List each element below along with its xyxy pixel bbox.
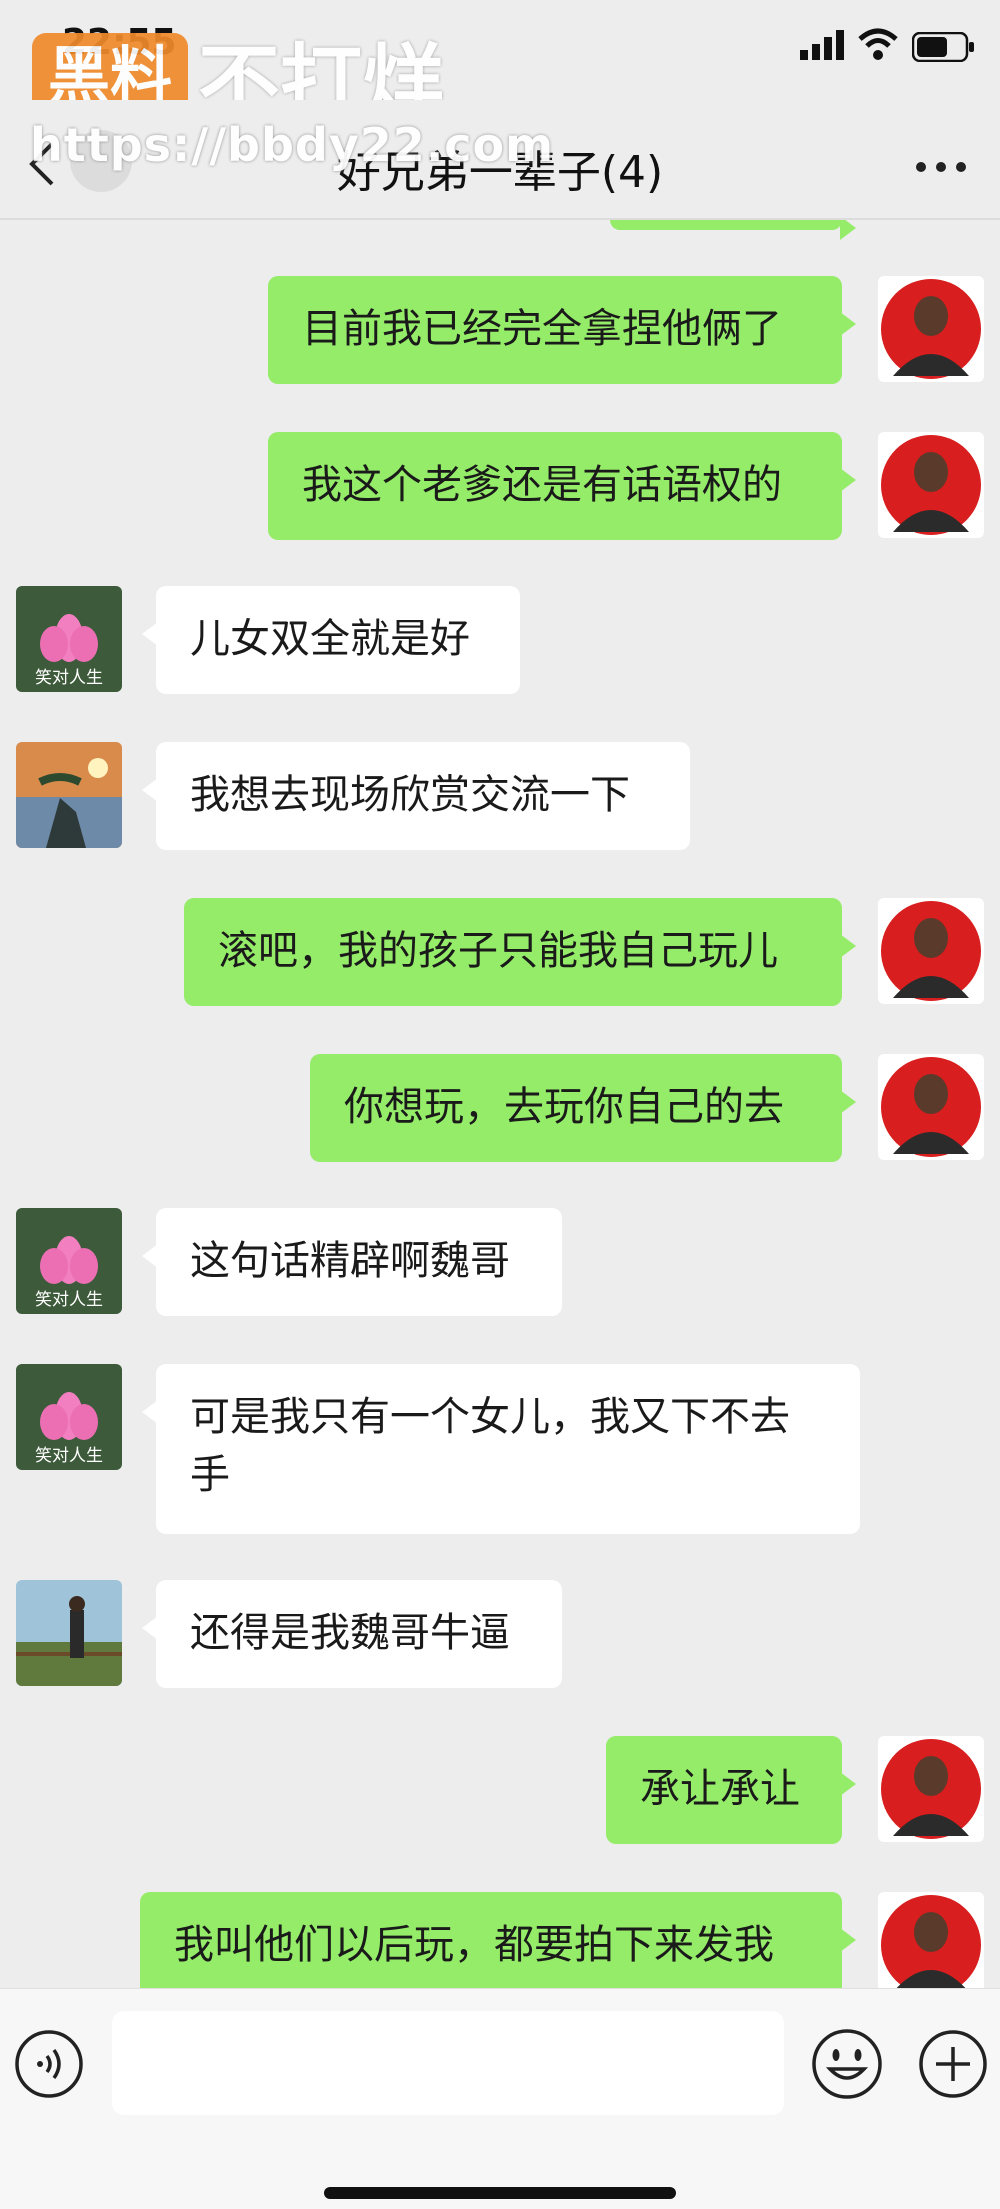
message-input[interactable] xyxy=(112,2011,784,2115)
cellular-signal-icon xyxy=(800,30,844,60)
message-bubble[interactable]: 滚吧，我的孩子只能我自己玩儿 xyxy=(184,898,856,1006)
message-bubble[interactable]: 这句话精辟啊魏哥 xyxy=(142,1208,562,1316)
more-options-icon[interactable] xyxy=(914,160,968,174)
avatar-self[interactable] xyxy=(878,432,984,538)
message-bubble[interactable]: 你想玩，去玩你自己的去 xyxy=(310,1054,856,1162)
battery-icon xyxy=(912,32,974,62)
message-text: 我这个老爹还是有话语权的 xyxy=(302,462,782,508)
message-list[interactable]: 目前我已经完全拿捏他俩了 我这个老爹还是有话语权的 笑对人生 儿女双全就是好 我… xyxy=(0,220,1000,1988)
avatar-self[interactable] xyxy=(878,276,984,382)
avatar-lotus[interactable]: 笑对人生 xyxy=(16,1364,122,1470)
avatar-lotus[interactable]: 笑对人生 xyxy=(16,1208,122,1314)
message-text: 可是我只有一个女儿，我又下不去手 xyxy=(190,1394,790,1498)
avatar-caption: 笑对人生 xyxy=(35,1290,103,1310)
emoji-icon[interactable] xyxy=(810,2027,884,2101)
message-text: 这句话精辟啊魏哥 xyxy=(190,1238,510,1284)
message-text: 还得是我魏哥牛逼 xyxy=(190,1610,510,1656)
message-text: 我叫他们以后玩，都要拍下来发我 xyxy=(174,1922,774,1968)
avatar-self[interactable] xyxy=(878,1892,984,1988)
voice-input-icon[interactable] xyxy=(14,2029,84,2099)
message-bubble[interactable]: 我叫他们以后玩，都要拍下来发我 xyxy=(140,1892,856,1988)
message-text: 目前我已经完全拿捏他俩了 xyxy=(302,306,782,352)
message-bubble-partial xyxy=(610,220,856,240)
home-indicator xyxy=(324,2187,676,2199)
avatar-lotus[interactable]: 笑对人生 xyxy=(16,586,122,692)
message-text: 承让承让 xyxy=(640,1766,800,1812)
avatar-self[interactable] xyxy=(878,898,984,1004)
avatar-self[interactable] xyxy=(878,1736,984,1842)
message-bubble[interactable]: 目前我已经完全拿捏他俩了 xyxy=(268,276,856,384)
message-bubble[interactable]: 承让承让 xyxy=(606,1736,856,1844)
message-bubble[interactable]: 我这个老爹还是有话语权的 xyxy=(268,432,856,540)
message-bubble[interactable]: 可是我只有一个女儿，我又下不去手 xyxy=(142,1364,860,1534)
watermark-url: https://bbdy22.com xyxy=(30,118,555,172)
message-bubble[interactable]: 还得是我魏哥牛逼 xyxy=(142,1580,562,1688)
message-bubble[interactable]: 我想去现场欣赏交流一下 xyxy=(142,742,690,850)
message-bubble[interactable]: 儿女双全就是好 xyxy=(142,586,520,694)
avatar-self[interactable] xyxy=(878,1054,984,1160)
avatar-caption: 笑对人生 xyxy=(35,668,103,688)
input-bar xyxy=(0,1988,1000,2209)
avatar-person[interactable] xyxy=(16,1580,122,1686)
avatar-caption: 笑对人生 xyxy=(35,1446,103,1466)
message-text: 滚吧，我的孩子只能我自己玩儿 xyxy=(218,928,778,974)
avatar-landscape[interactable] xyxy=(16,742,122,848)
message-text: 你想玩，去玩你自己的去 xyxy=(344,1084,784,1130)
add-more-icon[interactable] xyxy=(918,2029,988,2099)
wifi-icon xyxy=(858,28,898,60)
message-text: 儿女双全就是好 xyxy=(190,616,470,662)
message-text: 我想去现场欣赏交流一下 xyxy=(190,772,630,818)
